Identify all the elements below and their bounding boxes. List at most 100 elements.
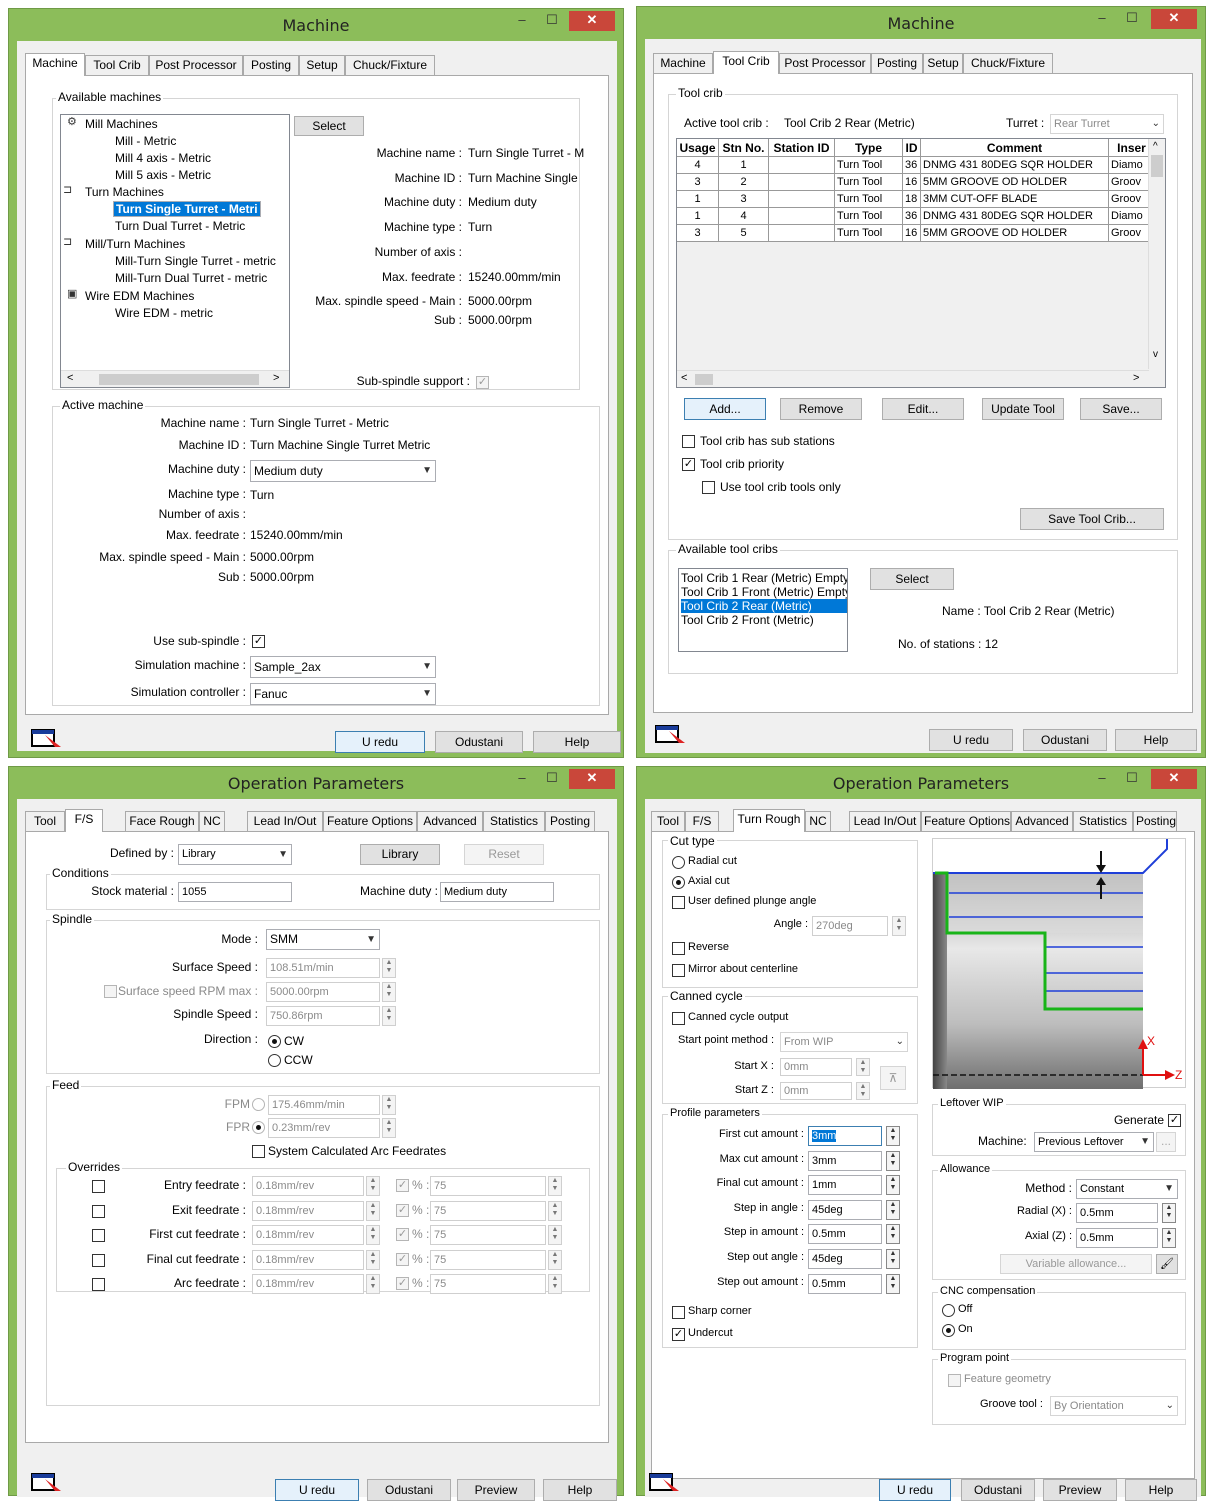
column-header[interactable]: Usage: [677, 139, 719, 157]
table-cell[interactable]: 5MM GROOVE OD HOLDER: [921, 174, 1109, 191]
tab-advanced[interactable]: Advanced: [1011, 811, 1073, 831]
tree-item[interactable]: Mill/Turn Machines: [85, 237, 185, 251]
allowance-method-select[interactable]: Constant ▼: [1076, 1179, 1178, 1199]
override-checkbox[interactable]: [92, 1180, 105, 1193]
override-percent-checkbox[interactable]: ✓: [396, 1252, 409, 1266]
tab-feature-options[interactable]: Feature Options: [323, 811, 417, 831]
ok-button[interactable]: U redu: [879, 1479, 951, 1501]
minimize-button[interactable]: –: [1089, 769, 1115, 789]
table-cell[interactable]: [769, 191, 835, 208]
stock-material-field[interactable]: 1055: [178, 882, 292, 902]
column-header[interactable]: Comment: [921, 139, 1109, 157]
table-cell[interactable]: 2: [719, 174, 769, 191]
override-feedrate-spinner[interactable]: ▲ ▼: [366, 1176, 380, 1196]
tab-setup[interactable]: Setup: [923, 53, 963, 73]
table-cell[interactable]: 3: [719, 191, 769, 208]
cnc-on-radio[interactable]: [942, 1324, 955, 1337]
column-header[interactable]: Stn No.: [719, 139, 769, 157]
table-cell[interactable]: DNMG 431 80DEG SQR HOLDER: [921, 157, 1109, 174]
profile-spinner[interactable]: ▲ ▼: [886, 1224, 900, 1245]
profile-field[interactable]: 3mm: [808, 1150, 882, 1171]
minimize-button[interactable]: –: [509, 11, 535, 31]
override-feedrate-spinner[interactable]: ▲ ▼: [366, 1200, 380, 1221]
cancel-button[interactable]: Odustani: [435, 731, 523, 753]
tab-statistics[interactable]: Statistics: [483, 811, 545, 831]
use-sub-spindle-checkbox[interactable]: ✓: [252, 635, 265, 648]
cancel-button[interactable]: Odustani: [367, 1479, 451, 1501]
profile-spinner[interactable]: ▲ ▼: [886, 1126, 900, 1146]
update-tool-button[interactable]: Update Tool: [982, 398, 1064, 420]
profile-field[interactable]: 1mm: [808, 1175, 882, 1196]
override-percent-spinner[interactable]: ▲ ▼: [548, 1176, 562, 1196]
save-button[interactable]: Save...: [1080, 398, 1162, 420]
table-cell[interactable]: 3: [677, 174, 719, 191]
scroll-down-icon[interactable]: v: [1153, 349, 1158, 360]
tab-turn-rough[interactable]: Turn Rough: [733, 809, 805, 832]
tree-item[interactable]: Mill-Turn Dual Turret - metric: [115, 271, 267, 285]
cancel-button[interactable]: Odustani: [1023, 729, 1107, 751]
title-bar[interactable]: Machine – ☐ ✕: [637, 7, 1205, 39]
override-percent-field[interactable]: 75: [430, 1200, 546, 1221]
brush-icon[interactable]: 🖌: [1156, 1254, 1178, 1274]
tree-item[interactable]: Mill Machines: [85, 117, 158, 131]
override-percent-spinner[interactable]: ▲ ▼: [548, 1225, 562, 1245]
table-cell[interactable]: 36: [903, 157, 921, 174]
ok-button[interactable]: U redu: [275, 1479, 359, 1501]
simulation-machine-select[interactable]: Sample_2ax ▼: [250, 656, 436, 678]
reverse-checkbox[interactable]: [672, 942, 685, 955]
radial-cut-radio[interactable]: [672, 856, 685, 869]
preview-button[interactable]: Preview: [1043, 1479, 1117, 1501]
table-cell[interactable]: Turn Tool: [835, 174, 903, 191]
tab-lead-in-out[interactable]: Lead In/Out: [849, 811, 921, 831]
column-header[interactable]: ID: [903, 139, 921, 157]
override-feedrate-field[interactable]: 0.18mm/rev: [252, 1274, 364, 1294]
tab-tool[interactable]: Tool: [651, 811, 685, 831]
override-feedrate-spinner[interactable]: ▲ ▼: [366, 1225, 380, 1245]
list-item[interactable]: Tool Crib 1 Rear (Metric) Empty: [681, 571, 847, 585]
remove-button[interactable]: Remove: [780, 398, 862, 420]
table-cell[interactable]: [769, 174, 835, 191]
scroll-left-icon[interactable]: <: [681, 372, 687, 384]
tab-posting[interactable]: Posting: [1133, 811, 1177, 831]
tab-tool-crib[interactable]: Tool Crib: [85, 55, 149, 75]
arc-feedrates-checkbox[interactable]: [252, 1145, 265, 1158]
override-percent-spinner[interactable]: ▲ ▼: [548, 1249, 562, 1270]
crib-tools-only-checkbox[interactable]: [702, 481, 715, 494]
tab-nc[interactable]: NC: [805, 811, 831, 831]
add-button[interactable]: Add...: [684, 398, 766, 420]
undercut-checkbox[interactable]: ✓: [672, 1328, 685, 1341]
tab-face-rough[interactable]: Face Rough: [125, 811, 199, 831]
tab-feature-options[interactable]: Feature Options: [921, 811, 1011, 831]
table-cell[interactable]: Turn Tool: [835, 208, 903, 225]
maximize-button[interactable]: ☐: [539, 769, 565, 789]
table-cell[interactable]: Turn Tool: [835, 225, 903, 242]
profile-field[interactable]: 0.5mm: [808, 1273, 882, 1294]
title-bar[interactable]: Operation Parameters – ☐ ✕: [9, 767, 623, 799]
preview-button[interactable]: Preview: [457, 1479, 535, 1501]
override-feedrate-field[interactable]: 0.18mm/rev: [252, 1249, 364, 1270]
close-button[interactable]: ✕: [569, 11, 615, 31]
title-bar[interactable]: Operation Parameters – ☐ ✕: [637, 767, 1205, 799]
machine-duty-select[interactable]: Medium duty ▼: [250, 460, 436, 482]
override-checkbox[interactable]: [92, 1204, 105, 1218]
table-cell[interactable]: 16: [903, 174, 921, 191]
axial-cut-radio[interactable]: [672, 876, 685, 889]
tab-chuck-fixture[interactable]: Chuck/Fixture: [963, 53, 1053, 73]
tab-machine[interactable]: Machine: [653, 53, 713, 73]
user-defined-plunge-angle-checkbox[interactable]: [672, 896, 685, 909]
radial-allowance-field[interactable]: 0.5mm: [1076, 1203, 1158, 1223]
list-item[interactable]: Tool Crib 1 Front (Metric) Empty: [681, 585, 847, 599]
vertical-scrollbar[interactable]: ^ v: [1148, 139, 1165, 369]
override-feedrate-field[interactable]: 0.18mm/rev: [252, 1225, 364, 1245]
scroll-thumb[interactable]: [1151, 155, 1163, 177]
edit-button[interactable]: Edit...: [882, 398, 964, 420]
canned-cycle-output-checkbox[interactable]: [672, 1012, 685, 1025]
help-button[interactable]: Help: [1125, 1479, 1197, 1501]
override-feedrate-field[interactable]: 0.18mm/rev: [252, 1200, 364, 1221]
maximize-button[interactable]: ☐: [1119, 9, 1145, 29]
table-cell[interactable]: 4: [677, 157, 719, 174]
table-cell[interactable]: [769, 208, 835, 225]
scroll-right-icon[interactable]: >: [1133, 372, 1139, 384]
list-item-selected[interactable]: Tool Crib 2 Rear (Metric): [681, 599, 847, 613]
mirror-checkbox[interactable]: [672, 964, 685, 977]
